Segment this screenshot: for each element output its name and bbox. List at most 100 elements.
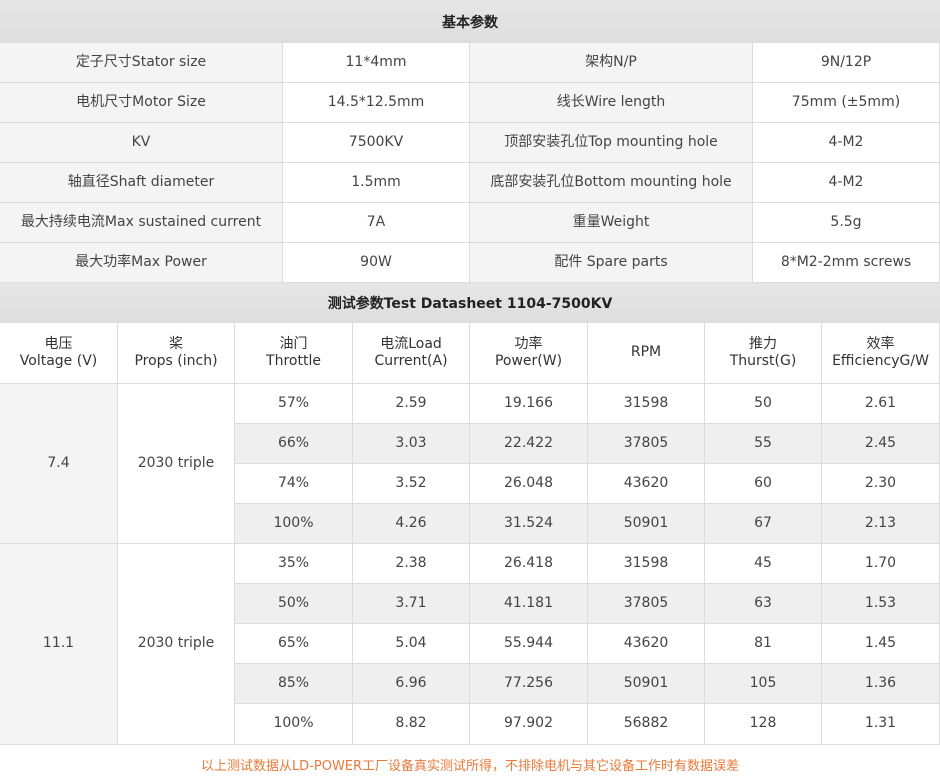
basic-param-label: KV xyxy=(0,123,283,163)
test-data-cell: 2.30 xyxy=(822,464,940,504)
test-data-cell: 1.36 xyxy=(822,664,940,704)
test-data-cell: 19.166 xyxy=(470,384,588,424)
test-data-cell: 74% xyxy=(235,464,353,504)
props-cell: 2030 triple xyxy=(118,544,235,745)
test-data-cell: 81 xyxy=(705,624,822,664)
test-data-cell: 35% xyxy=(235,544,353,584)
basic-param-value: 7500KV xyxy=(283,123,470,163)
test-data-cell: 57% xyxy=(235,384,353,424)
test-data-cell: 37805 xyxy=(588,424,705,464)
basic-param-label: 底部安装孔位Bottom mounting hole xyxy=(470,163,753,203)
props-cell: 2030 triple xyxy=(118,384,235,544)
test-datasheet-title: 测试参数Test Datasheet 1104-7500KV xyxy=(0,283,940,323)
test-data-cell: 65% xyxy=(235,624,353,664)
test-data-cell: 2.45 xyxy=(822,424,940,464)
header-line-1: 推力 xyxy=(749,335,777,352)
basic-param-label: 重量Weight xyxy=(470,203,753,243)
test-data-cell: 50901 xyxy=(588,664,705,704)
test-column-header: 推力 Thurst(G) xyxy=(705,323,822,384)
header-line-1: 电流Load xyxy=(380,335,442,352)
basic-param-label: 最大功率Max Power xyxy=(0,243,283,283)
test-data-cell: 50% xyxy=(235,584,353,624)
test-data-cell: 43620 xyxy=(588,624,705,664)
voltage-cell: 11.1 xyxy=(0,544,118,745)
test-data-cell: 63 xyxy=(705,584,822,624)
test-data-cell: 67 xyxy=(705,504,822,544)
voltage-cell: 7.4 xyxy=(0,384,118,544)
header-line-2: Throttle xyxy=(266,353,321,369)
test-data-cell: 31598 xyxy=(588,384,705,424)
test-data-cell: 6.96 xyxy=(353,664,470,704)
basic-param-value: 4-M2 xyxy=(753,163,940,203)
basic-param-value: 75mm (±5mm) xyxy=(753,83,940,123)
test-data-cell: 55 xyxy=(705,424,822,464)
test-data-cell: 1.31 xyxy=(822,704,940,745)
test-data-cell: 2.59 xyxy=(353,384,470,424)
basic-param-label: 架构N/P xyxy=(470,43,753,83)
header-line-2: Props (inch) xyxy=(134,353,218,369)
header-line-1: 功率 xyxy=(514,335,543,352)
header-line-2: Power(W) xyxy=(494,353,563,369)
test-data-cell: 2.13 xyxy=(822,504,940,544)
test-data-cell: 8.82 xyxy=(353,704,470,745)
test-data-cell: 31598 xyxy=(588,544,705,584)
header-line-2: EfficiencyG/W xyxy=(832,353,929,369)
basic-param-label: 最大持续电流Max sustained current xyxy=(0,203,283,243)
test-data-cell: 26.418 xyxy=(470,544,588,584)
header-line-2: Current(A) xyxy=(374,353,448,369)
basic-params-title: 基本参数 xyxy=(0,0,940,43)
test-data-cell: 3.71 xyxy=(353,584,470,624)
test-column-header: 油门 Throttle xyxy=(235,323,353,384)
basic-param-value: 9N/12P xyxy=(753,43,940,83)
test-data-cell: 26.048 xyxy=(470,464,588,504)
header-line-1: 效率 xyxy=(866,335,895,352)
test-data-cell: 55.944 xyxy=(470,624,588,664)
test-data-cell: 1.45 xyxy=(822,624,940,664)
basic-param-label: 线长Wire length xyxy=(470,83,753,123)
basic-param-value: 11*4mm xyxy=(283,43,470,83)
test-data-cell: 2.38 xyxy=(353,544,470,584)
test-data-cell: 2.61 xyxy=(822,384,940,424)
test-data-cell: 1.53 xyxy=(822,584,940,624)
test-data-cell: 85% xyxy=(235,664,353,704)
test-column-header: 电流Load Current(A) xyxy=(353,323,470,384)
test-data-cell: 31.524 xyxy=(470,504,588,544)
header-line-1: 油门 xyxy=(279,335,308,352)
test-data-cell: 66% xyxy=(235,424,353,464)
basic-param-value: 5.5g xyxy=(753,203,940,243)
header-line-2: Thurst(G) xyxy=(729,353,797,369)
test-data-cell: 60 xyxy=(705,464,822,504)
spec-sheet: 基本参数 测试参数Test Datasheet 1104-7500KV 以上测试… xyxy=(0,0,940,783)
test-data-cell: 3.52 xyxy=(353,464,470,504)
test-data-cell: 45 xyxy=(705,544,822,584)
test-data-cell: 50901 xyxy=(588,504,705,544)
test-data-cell: 97.902 xyxy=(470,704,588,745)
test-data-cell: 128 xyxy=(705,704,822,745)
basic-param-label: 定子尺寸Stator size xyxy=(0,43,283,83)
test-data-cell: 50 xyxy=(705,384,822,424)
basic-param-value: 1.5mm xyxy=(283,163,470,203)
basic-param-label: 电机尺寸Motor Size xyxy=(0,83,283,123)
test-data-cell: 5.04 xyxy=(353,624,470,664)
test-data-cell: 37805 xyxy=(588,584,705,624)
test-data-cell: 41.181 xyxy=(470,584,588,624)
test-data-cell: 1.70 xyxy=(822,544,940,584)
header-line-2: Voltage (V) xyxy=(19,353,98,369)
basic-param-value: 8*M2-2mm screws xyxy=(753,243,940,283)
basic-param-value: 90W xyxy=(283,243,470,283)
test-column-header: 效率 EfficiencyG/W xyxy=(822,323,940,384)
test-data-cell: 100% xyxy=(235,504,353,544)
basic-param-value: 14.5*12.5mm xyxy=(283,83,470,123)
header-line-1: 桨 xyxy=(169,335,183,352)
test-data-cell: 3.03 xyxy=(353,424,470,464)
test-data-cell: 22.422 xyxy=(470,424,588,464)
test-column-header: 电压 Voltage (V) xyxy=(0,323,118,384)
basic-param-label: 轴直径Shaft diameter xyxy=(0,163,283,203)
basic-param-label: 顶部安装孔位Top mounting hole xyxy=(470,123,753,163)
basic-param-value: 7A xyxy=(283,203,470,243)
test-data-cell: 105 xyxy=(705,664,822,704)
test-column-header: 桨 Props (inch) xyxy=(118,323,235,384)
test-disclaimer-note: 以上测试数据从LD-POWER工厂设备真实测试所得，不排除电机与其它设备工作时有… xyxy=(0,745,940,783)
test-data-cell: 43620 xyxy=(588,464,705,504)
test-data-cell: 56882 xyxy=(588,704,705,745)
